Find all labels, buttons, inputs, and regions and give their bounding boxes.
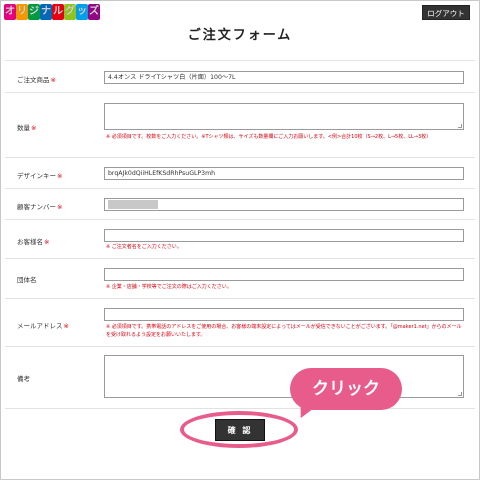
click-callout: クリック xyxy=(290,368,402,410)
customer-name-note: ※ ご注文者名をご入力ください。 xyxy=(106,244,182,250)
organization-label: 団体名 xyxy=(17,276,37,284)
logo-letter: ズ xyxy=(88,4,100,20)
resize-handle-icon[interactable] xyxy=(458,124,462,128)
email-field[interactable] xyxy=(104,308,464,321)
logo-letter: ジ xyxy=(28,4,40,20)
customer-number-field[interactable] xyxy=(104,198,464,211)
email-label: メールアドレス※ xyxy=(17,322,69,330)
email-note: ※ 必須項目です。携帯電話のアドレスをご使用の場合、お客様の端末設定によってはメ… xyxy=(106,324,462,338)
divider xyxy=(5,219,475,220)
quantity-label: 数量※ xyxy=(17,124,37,132)
quantity-textarea[interactable] xyxy=(104,103,464,130)
product-label: ご注文商品※ xyxy=(17,76,56,84)
organization-note: ※ 企業・店舗・学校等でご注文の際はご入力ください。 xyxy=(106,284,232,290)
brand-logo[interactable]: オリジナルグッズ xyxy=(4,4,100,20)
divider xyxy=(5,157,475,158)
divider xyxy=(5,188,475,189)
redacted-value xyxy=(108,200,158,209)
divider xyxy=(5,298,475,299)
organization-field[interactable] xyxy=(104,268,464,281)
logo-letter: ッ xyxy=(76,4,88,20)
remarks-textarea[interactable] xyxy=(104,355,464,398)
logo-letter: リ xyxy=(16,4,28,20)
divider xyxy=(5,408,475,409)
divider xyxy=(5,60,475,61)
logo-letter: オ xyxy=(4,4,16,20)
logo-letter: グ xyxy=(64,4,76,20)
page-title: ご注文フォーム xyxy=(187,28,293,43)
customer-name-label: お客様名※ xyxy=(17,238,50,246)
design-key-field[interactable]: brqAJk0dQiiHLEfKSdRhPsuGLP3mh xyxy=(104,167,464,180)
confirm-button[interactable]: 確 認 xyxy=(215,419,265,441)
divider xyxy=(5,258,475,259)
logout-button[interactable]: ログアウト xyxy=(422,5,470,20)
logo-letter: ル xyxy=(52,4,64,20)
customer-number-label: 顧客ナンバー※ xyxy=(17,203,63,211)
product-field[interactable]: 4.4オンス ドライTシャツ白（片面）100～7L xyxy=(104,71,464,84)
divider xyxy=(5,92,475,93)
divider xyxy=(5,346,475,347)
design-key-label: デザインキー※ xyxy=(17,172,63,180)
remarks-label: 備考 xyxy=(17,375,30,383)
logo-letter: ナ xyxy=(40,4,52,20)
quantity-note: ※ 必須項目です。枚数をご入力ください。※Tシャツ類は、サイズも数量欄にご入力お… xyxy=(106,134,432,140)
resize-handle-icon[interactable] xyxy=(458,392,462,396)
customer-name-field[interactable] xyxy=(104,229,464,242)
